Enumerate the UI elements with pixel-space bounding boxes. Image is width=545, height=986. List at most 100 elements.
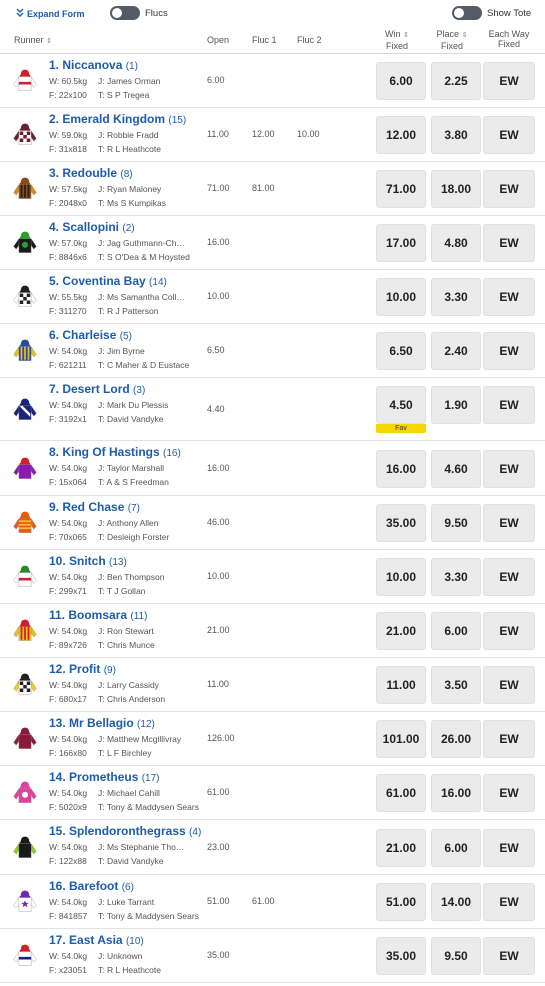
place-fixed-odds-button[interactable]: 3.30: [431, 278, 481, 316]
open-price: 11.00: [207, 129, 229, 139]
each-way-button[interactable]: EW: [483, 883, 535, 921]
runner-form-trainer: F: x23051 T: R L Heathcote: [49, 965, 161, 975]
runner-name-link[interactable]: 4. Scallopini (2): [49, 220, 135, 234]
flucs-toggle[interactable]: [110, 6, 140, 20]
each-way-button[interactable]: EW: [483, 720, 535, 758]
place-fixed-odds-button[interactable]: 18.00: [431, 170, 481, 208]
open-price: 71.00: [207, 183, 230, 193]
each-way-button[interactable]: EW: [483, 774, 535, 812]
place-fixed-odds-button[interactable]: 2.25: [431, 62, 481, 100]
jockey-silk-icon: [11, 281, 39, 313]
place-fixed-odds-button[interactable]: 16.00: [431, 774, 481, 812]
each-way-button[interactable]: EW: [483, 386, 535, 424]
win-fixed-odds-button[interactable]: 17.00: [376, 224, 426, 262]
place-fixed-odds-button[interactable]: 4.80: [431, 224, 481, 262]
open-header: Open: [207, 35, 230, 45]
win-fixed-odds-button[interactable]: 21.00: [376, 829, 426, 867]
runner-row: 2. Emerald Kingdom (15) W: 59.0kg J: Robbi…: [0, 108, 545, 162]
runner-row: 1. Niccanova (1) W: 60.5kg J: James Orman F…: [0, 54, 545, 108]
win-fixed-odds-button[interactable]: 6.00: [376, 62, 426, 100]
runner-name-link[interactable]: 12. Profit (9): [49, 662, 116, 676]
runner-row: 8. King Of Hastings (16) W: 54.0kg J: Tayl…: [0, 441, 545, 496]
place-fixed-odds-button[interactable]: 9.50: [431, 504, 481, 542]
runner-form-trainer: F: 22x100 T: S P Tregea: [49, 90, 150, 100]
runner-form-trainer: F: 841857 T: Tony & Maddysen Sears: [49, 911, 199, 921]
runner-name-link[interactable]: 5. Coventina Bay (14): [49, 274, 167, 288]
runner-name-link[interactable]: 9. Red Chase (7): [49, 500, 140, 514]
win-fixed-odds-button[interactable]: 61.00: [376, 774, 426, 812]
win-fixed-odds-button[interactable]: 10.00: [376, 558, 426, 596]
runner-form-trainer: F: 5020x9 T: Tony & Maddysen Sears: [49, 802, 199, 812]
open-price: 16.00: [207, 463, 230, 473]
each-way-button[interactable]: EW: [483, 666, 535, 704]
place-fixed-odds-button[interactable]: 1.90: [431, 386, 481, 424]
runner-sort-header[interactable]: Runner ⇕: [14, 35, 52, 45]
runner-name-link[interactable]: 10. Snitch (13): [49, 554, 127, 568]
sort-icon: ⇕: [461, 32, 468, 39]
each-way-button[interactable]: EW: [483, 829, 535, 867]
open-price: 6.00: [207, 75, 225, 85]
win-fixed-odds-button[interactable]: 35.00: [376, 937, 426, 975]
place-fixed-odds-button[interactable]: 2.40: [431, 332, 481, 370]
win-fixed-odds-button[interactable]: 6.50: [376, 332, 426, 370]
runner-name-link[interactable]: 11. Boomsara (11): [49, 608, 147, 622]
each-way-button[interactable]: EW: [483, 224, 535, 262]
win-fixed-odds-button[interactable]: 4.50: [376, 386, 426, 424]
each-way-button[interactable]: EW: [483, 116, 535, 154]
jockey-silk-icon: [11, 173, 39, 205]
runner-name-link[interactable]: 2. Emerald Kingdom (15): [49, 112, 186, 126]
jockey-silk-icon: [11, 669, 39, 701]
each-way-button[interactable]: EW: [483, 612, 535, 650]
open-price: 16.00: [207, 237, 230, 247]
each-way-button[interactable]: EW: [483, 558, 535, 596]
place-fixed-odds-button[interactable]: 26.00: [431, 720, 481, 758]
runner-row: 17. East Asia (10) W: 54.0kg J: Unknown F: …: [0, 929, 545, 983]
win-fixed-odds-button[interactable]: 12.00: [376, 116, 426, 154]
runner-name-link[interactable]: 1. Niccanova (1): [49, 58, 138, 72]
each-way-button[interactable]: EW: [483, 278, 535, 316]
win-fixed-odds-button[interactable]: 71.00: [376, 170, 426, 208]
runner-row: 3. Redouble (8) W: 57.5kg J: Ryan Maloney F…: [0, 162, 545, 216]
place-fixed-odds-button[interactable]: 3.30: [431, 558, 481, 596]
runner-name-link[interactable]: 17. East Asia (10): [49, 933, 144, 947]
open-price: 4.40: [207, 404, 225, 414]
jockey-silk-icon: [11, 507, 39, 539]
runner-weight-jockey: W: 54.0kg J: Ron Stewart: [49, 626, 154, 636]
win-fixed-sort-header[interactable]: Win ⇕ Fixed: [372, 29, 422, 51]
win-fixed-odds-button[interactable]: 101.00: [376, 720, 426, 758]
place-fixed-odds-button[interactable]: 4.60: [431, 450, 481, 488]
runner-name-link[interactable]: 8. King Of Hastings (16): [49, 445, 181, 459]
runner-name-link[interactable]: 6. Charleise (5): [49, 328, 132, 342]
runner-name-link[interactable]: 13. Mr Bellagio (12): [49, 716, 155, 730]
win-fixed-odds-button[interactable]: 35.00: [376, 504, 426, 542]
show-tote-toggle[interactable]: [452, 6, 482, 20]
place-fixed-odds-button[interactable]: 3.80: [431, 116, 481, 154]
place-fixed-sort-header[interactable]: Place ⇕ Fixed: [427, 29, 477, 51]
place-fixed-odds-button[interactable]: 3.50: [431, 666, 481, 704]
each-way-button[interactable]: EW: [483, 170, 535, 208]
runner-name-link[interactable]: 7. Desert Lord (3): [49, 382, 145, 396]
win-fixed-odds-button[interactable]: 10.00: [376, 278, 426, 316]
runner-name-link[interactable]: 16. Barefoot (6): [49, 879, 134, 893]
runner-form-trainer: F: 89x726 T: Chris Munce: [49, 640, 155, 650]
runner-name-link[interactable]: 14. Prometheus (17): [49, 770, 160, 784]
win-fixed-odds-button[interactable]: 51.00: [376, 883, 426, 921]
runner-row: 13. Mr Bellagio (12) W: 54.0kg J: Matthew …: [0, 712, 545, 766]
expand-form-button[interactable]: Expand Form: [16, 8, 85, 19]
place-fixed-odds-button[interactable]: 6.00: [431, 829, 481, 867]
win-fixed-odds-button[interactable]: 21.00: [376, 612, 426, 650]
place-fixed-odds-button[interactable]: 14.00: [431, 883, 481, 921]
runner-name-link[interactable]: 3. Redouble (8): [49, 166, 133, 180]
win-fixed-odds-button[interactable]: 16.00: [376, 450, 426, 488]
each-way-button[interactable]: EW: [483, 937, 535, 975]
each-way-button[interactable]: EW: [483, 504, 535, 542]
each-way-button[interactable]: EW: [483, 62, 535, 100]
runner-form-trainer: F: 621211 T: C Maher & D Eustace: [49, 360, 190, 370]
each-way-button[interactable]: EW: [483, 332, 535, 370]
place-fixed-odds-button[interactable]: 9.50: [431, 937, 481, 975]
each-way-button[interactable]: EW: [483, 450, 535, 488]
runner-name-link[interactable]: 15. Splendoronthegrass (4): [49, 824, 201, 838]
win-fixed-odds-button[interactable]: 11.00: [376, 666, 426, 704]
place-fixed-odds-button[interactable]: 6.00: [431, 612, 481, 650]
runner-form-trainer: F: 70x065 T: Desleigh Forster: [49, 532, 170, 542]
